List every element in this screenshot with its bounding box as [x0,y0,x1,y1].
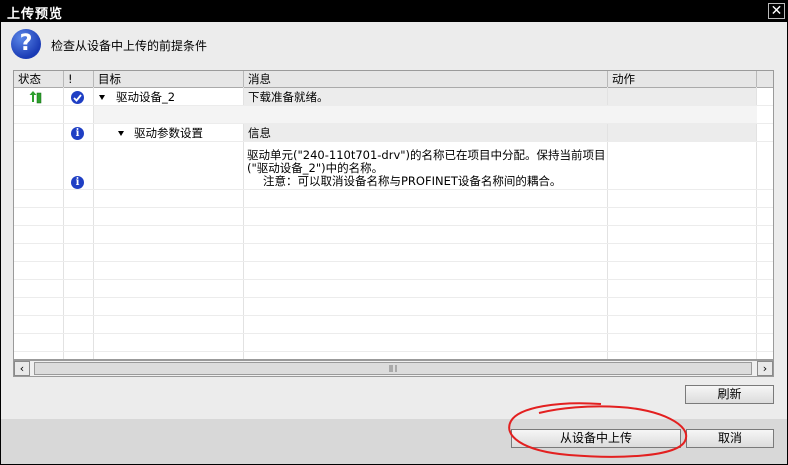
message-cell: 信息 [248,126,271,140]
close-icon: ✕ [770,3,783,19]
info-icon: i [71,176,84,189]
message-cell-bg [244,124,607,141]
table-row[interactable] [14,280,773,298]
title-bar: 上传预览 ✕ [1,1,787,22]
horizontal-scrollbar[interactable]: ‹ › [13,360,774,377]
check-icon [71,91,84,104]
column-header-action[interactable]: 动作 [608,71,757,87]
column-header-status[interactable]: 状态 [14,71,64,87]
scroll-left-button[interactable]: ‹ [14,361,30,376]
blank-row-bg [94,106,757,123]
action-cell[interactable] [608,124,756,141]
table-row[interactable] [14,262,773,280]
expand-arrow-icon[interactable] [99,95,105,100]
header-text: 检查从设备中上传的前提条件 [51,39,208,53]
detail-line-3: 注意：可以取消设备名称与PROFINET设备名称间的耦合。 [263,174,562,188]
cancel-button[interactable]: 取消 [686,429,774,448]
message-cell: 下载准备就绪。 [248,90,329,104]
table-row[interactable] [14,190,773,208]
detail-message: 驱动单元("240-110t701-drv")的名称已在项目中分配。保持当前项目… [247,149,606,188]
table-header: 状态 ! 目标 消息 动作 [14,71,773,88]
table-row[interactable] [14,298,773,316]
table-row[interactable] [14,352,773,359]
column-header-flag[interactable]: ! [64,71,94,87]
upload-arrow-icon [28,90,42,104]
table-row[interactable] [14,334,773,352]
chevron-left-icon: ‹ [19,362,25,375]
column-header-message[interactable]: 消息 [244,71,608,87]
red-annotation-circle [508,402,688,458]
table-row[interactable] [14,244,773,262]
table-row[interactable] [14,106,773,124]
table-row[interactable] [14,208,773,226]
scroll-right-button[interactable]: › [757,361,773,376]
info-icon: i [71,127,84,140]
table-row[interactable]: 驱动设备_2 下载准备就绪。 [14,88,773,106]
column-header-target[interactable]: 目标 [94,71,244,87]
action-cell[interactable] [608,88,756,105]
chevron-right-icon: › [762,362,768,375]
close-button[interactable]: ✕ [768,3,785,19]
table-row[interactable] [14,226,773,244]
target-cell: 驱动参数设置 [134,126,203,140]
upload-preview-dialog: 上传预览 ✕ ? 检查从设备中上传的前提条件 状态 ! 目标 消息 动作 驱动设… [0,0,788,465]
grip-icon [389,365,397,372]
window-title: 上传预览 [7,7,64,22]
question-icon: ? [11,29,41,59]
table-row[interactable] [14,316,773,334]
scroll-thumb[interactable] [34,362,752,375]
table-row[interactable]: i 驱动参数设置 信息 [14,124,773,142]
expand-arrow-icon[interactable] [118,131,124,136]
upload-check-table: 状态 ! 目标 消息 动作 驱动设备_2 下载准备就绪。 i 驱动参数设置 信息… [13,70,774,360]
target-cell: 驱动设备_2 [116,90,176,104]
